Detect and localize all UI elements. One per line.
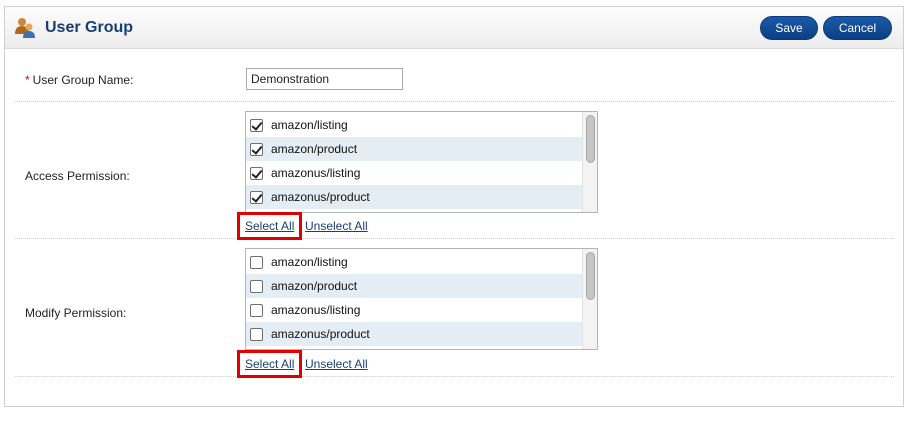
scrollbar[interactable] <box>582 249 597 349</box>
list-item-label: amazonus/product <box>271 327 370 341</box>
user-group-panel: User Group Save Cancel * User Group Name:… <box>4 6 904 407</box>
modify-permission-row: Modify Permission: amazon/listing amazon… <box>15 240 894 378</box>
list-item-label: amazon/listing <box>271 118 348 132</box>
scrollbar-thumb[interactable] <box>586 115 595 163</box>
access-permission-links: Select All Unselect All <box>237 212 445 240</box>
list-item-label: amazonus/listing <box>271 166 361 180</box>
list-item[interactable]: amazon/listing <box>246 250 583 274</box>
checkbox[interactable] <box>250 190 263 204</box>
panel-header: User Group Save Cancel <box>5 7 903 49</box>
checkbox[interactable] <box>250 279 263 293</box>
user-group-name-label: * User Group Name: <box>25 73 133 87</box>
list-item[interactable]: amazonus/product <box>246 185 583 209</box>
checkbox[interactable] <box>250 327 263 341</box>
list-item[interactable]: amazon/product <box>246 137 583 161</box>
modify-unselect-all-link[interactable]: Unselect All <box>305 357 368 371</box>
checkbox[interactable] <box>250 142 263 156</box>
access-unselect-all-link[interactable]: Unselect All <box>305 219 368 233</box>
list-item[interactable]: amazon/product <box>246 274 583 298</box>
user-group-name-label-text: User Group Name: <box>32 73 134 87</box>
access-select-all-link[interactable]: Select All <box>245 219 294 233</box>
modify-permission-list[interactable]: amazon/listing amazon/product amazonus/l… <box>245 248 598 350</box>
save-button[interactable]: Save <box>760 16 818 40</box>
modify-permission-links: Select All Unselect All <box>237 350 445 378</box>
list-item[interactable]: amazon/listing <box>246 113 583 137</box>
list-item-label: amazon/product <box>271 142 358 156</box>
list-item[interactable]: amazonus/listing <box>246 298 583 322</box>
page-title: User Group <box>45 19 134 36</box>
checkbox[interactable] <box>250 118 263 132</box>
user-group-name-row: * User Group Name: <box>15 61 894 102</box>
list-item-label: amazon/product <box>271 279 358 293</box>
user-group-icon <box>13 16 37 40</box>
modify-select-all-link[interactable]: Select All <box>245 357 294 371</box>
scrollbar[interactable] <box>582 112 597 212</box>
modify-permission-label: Modify Permission: <box>25 306 127 320</box>
checkbox[interactable] <box>250 255 263 269</box>
user-group-name-input[interactable] <box>246 68 403 90</box>
checkbox[interactable] <box>250 166 263 180</box>
list-item-label: amazonus/product <box>271 190 370 204</box>
scrollbar-thumb[interactable] <box>586 252 595 300</box>
access-permission-label: Access Permission: <box>25 169 130 183</box>
list-item-label: amazonus/listing <box>271 303 361 317</box>
list-item[interactable]: amazonus/product <box>246 322 583 346</box>
required-mark: * <box>25 73 30 87</box>
access-permission-list[interactable]: amazon/listing amazon/product amazonus/l… <box>245 111 598 213</box>
access-permission-row: Access Permission: amazon/listing amazon… <box>15 103 894 240</box>
list-item-label: amazon/listing <box>271 255 348 269</box>
checkbox[interactable] <box>250 303 263 317</box>
cancel-button[interactable]: Cancel <box>823 16 892 40</box>
list-item[interactable]: amazonus/listing <box>246 161 583 185</box>
